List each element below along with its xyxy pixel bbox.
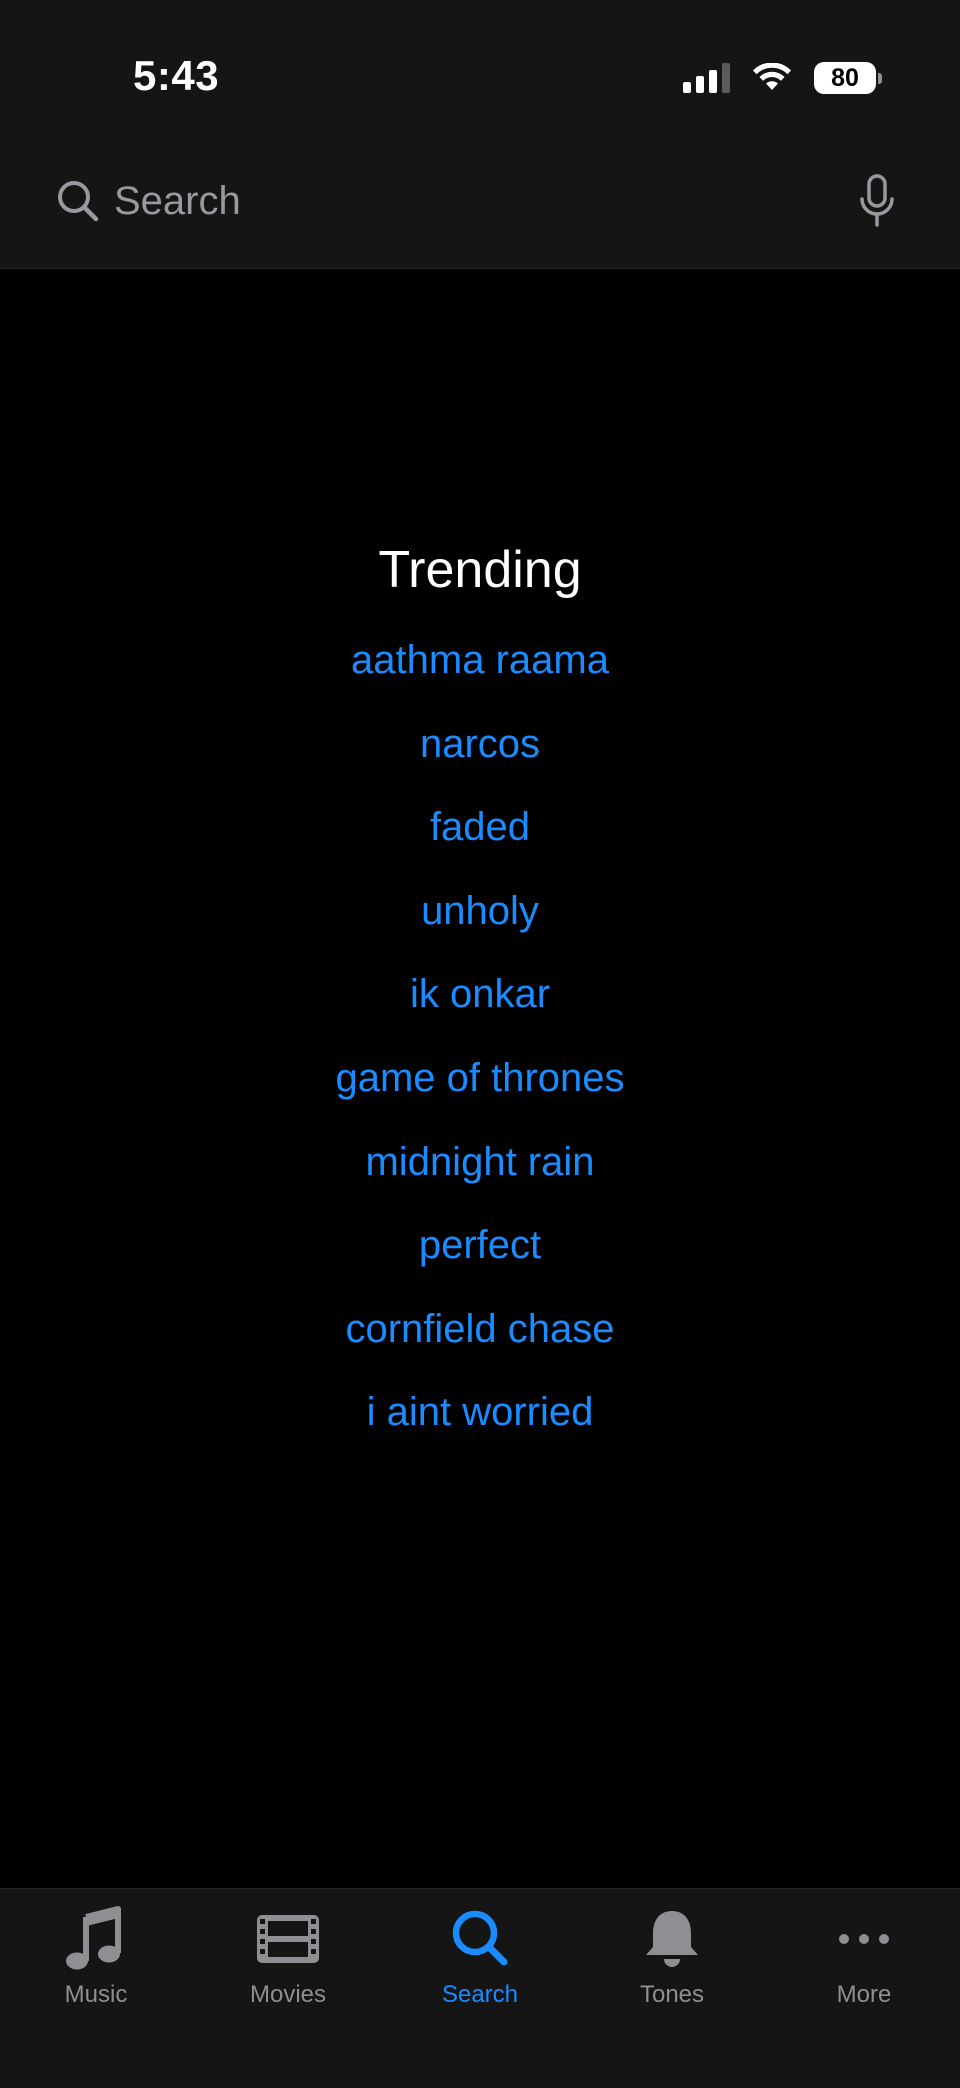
film-icon <box>257 1915 319 1963</box>
tab-label: Music <box>64 1981 128 2008</box>
tab-bar: Music Movies Search Tones More <box>0 1888 960 2088</box>
wifi-icon <box>753 63 791 90</box>
tab-music[interactable]: Music <box>0 1903 192 2009</box>
status-time: 5:43 <box>133 52 220 99</box>
signal-icon <box>683 63 730 93</box>
tab-label: Tones <box>639 1981 705 2008</box>
search-bar[interactable]: Search <box>40 160 920 242</box>
trending-section: Trending aathma raama narcos faded unhol… <box>0 535 960 1455</box>
trending-item[interactable]: ik onkar <box>0 953 960 1037</box>
trending-title: Trending <box>378 541 582 599</box>
trending-item[interactable]: cornfield chase <box>0 1288 960 1372</box>
trending-item[interactable]: perfect <box>0 1204 960 1288</box>
search-icon <box>58 181 99 222</box>
more-icon <box>839 1934 889 1944</box>
trending-item[interactable]: narcos <box>0 703 960 787</box>
tab-more[interactable]: More <box>768 1903 960 2009</box>
search-input[interactable]: Search <box>114 179 854 224</box>
mic-icon[interactable] <box>854 173 900 229</box>
tab-search[interactable]: Search <box>384 1903 576 2009</box>
battery-icon: 80 <box>814 62 882 94</box>
tab-label: Search <box>441 1981 519 2008</box>
search-icon <box>452 1910 508 1966</box>
bell-icon <box>646 1911 698 1967</box>
tab-label: Movies <box>249 1981 327 2008</box>
trending-list: aathma raama narcos faded unholy ik onka… <box>0 619 960 1455</box>
music-note-icon <box>66 1906 121 1970</box>
tab-movies[interactable]: Movies <box>192 1903 384 2009</box>
trending-item[interactable]: unholy <box>0 870 960 954</box>
tab-tones[interactable]: Tones <box>576 1903 768 2009</box>
status-icons: 80 <box>683 58 882 98</box>
battery-level: 80 <box>831 63 859 92</box>
trending-item[interactable]: faded <box>0 786 960 870</box>
trending-item[interactable]: midnight rain <box>0 1121 960 1205</box>
trending-item[interactable]: game of thrones <box>0 1037 960 1121</box>
tab-label: More <box>836 1981 892 2008</box>
header: 5:43 80 Search <box>0 0 960 269</box>
trending-item[interactable]: aathma raama <box>0 619 960 703</box>
trending-item[interactable]: i aint worried <box>0 1371 960 1455</box>
